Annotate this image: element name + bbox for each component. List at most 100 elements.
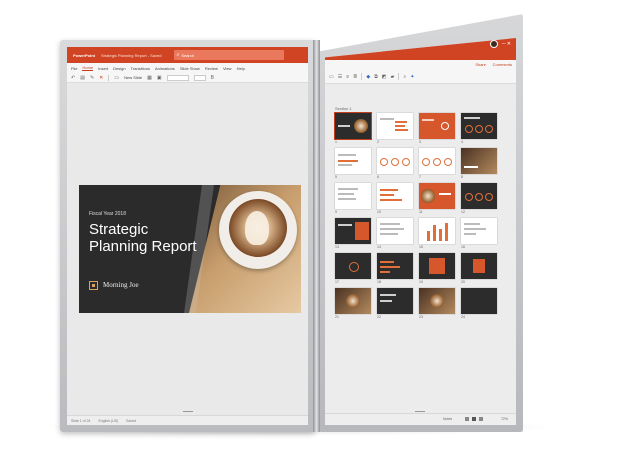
slide-thumbnail[interactable]: 7: [419, 148, 455, 179]
numbering-icon[interactable]: ≡: [346, 74, 349, 80]
bullets-icon[interactable]: ☰: [338, 74, 342, 80]
tab-insert[interactable]: Insert: [98, 66, 108, 71]
slide-number: 18: [377, 280, 381, 284]
slide-thumbnail[interactable]: 4: [461, 113, 497, 144]
slide-thumbnail[interactable]: 22: [377, 288, 413, 319]
tab-help[interactable]: Help: [237, 66, 245, 71]
reading-view-icon[interactable]: [479, 417, 483, 421]
section-label: Section 1: [335, 106, 352, 111]
search-box[interactable]: ⌕: [173, 50, 284, 60]
tab-file[interactable]: File: [71, 66, 77, 71]
slide-thumbnail[interactable]: 18: [377, 253, 413, 284]
slide-thumbnail[interactable]: 9: [335, 183, 371, 214]
slide-thumbnail[interactable]: 19: [419, 253, 455, 284]
format-painter-icon[interactable]: ✎: [90, 75, 94, 81]
current-slide[interactable]: Fiscal Year 2018 Strategic Planning Repo…: [79, 185, 301, 313]
zoom-level[interactable]: 72%: [501, 417, 508, 421]
text-box-icon[interactable]: ▭: [329, 74, 334, 80]
slide-thumbnail[interactable]: 21: [335, 288, 371, 319]
right-screen: ─ ✕ Share Comments ▭ ☰ ≡ ≣ ◆ ⧉ ◩ ▰ ⌕ ✦ S…: [325, 38, 516, 425]
slide-thumbnail[interactable]: 17: [335, 253, 371, 284]
slide-thumbnail[interactable]: 1: [335, 113, 371, 144]
slide-number: 15: [419, 245, 423, 249]
slide-number: 12: [461, 210, 465, 214]
slide-thumbnail[interactable]: 16: [461, 218, 497, 249]
comments-button[interactable]: Comments: [493, 62, 512, 67]
window-controls-icon[interactable]: ─ ✕: [502, 41, 511, 47]
brand-name: Morning Joe: [103, 281, 139, 289]
designer-icon[interactable]: ✦: [410, 74, 414, 80]
slide-kicker: Fiscal Year 2018: [89, 211, 126, 217]
new-slide-button[interactable]: New Slide: [124, 75, 142, 80]
slide-thumbnail[interactable]: 20: [461, 253, 497, 284]
document-title: Strategic Planning Report - Saved: [101, 52, 162, 58]
language-status[interactable]: English (US): [98, 419, 118, 423]
slide-counter: Slide 1 of 24: [71, 418, 91, 423]
slide-number: 21: [335, 315, 339, 319]
find-icon[interactable]: ⌕: [403, 74, 406, 80]
share-button[interactable]: Share: [475, 62, 486, 67]
delete-icon[interactable]: ✕: [99, 75, 103, 81]
slide-number: 14: [377, 245, 381, 249]
coffee-thumb-image: [354, 119, 368, 133]
slide-number: 16: [461, 245, 465, 249]
screen-handle: [415, 411, 425, 412]
slide-thumbnail[interactable]: 6: [377, 148, 413, 179]
slide-number: 17: [335, 280, 339, 284]
font-dropdown[interactable]: [166, 74, 189, 81]
tab-transitions[interactable]: Transitions: [131, 66, 150, 71]
paste-icon[interactable]: ▤: [80, 75, 85, 81]
slide-thumbnail[interactable]: 10: [377, 183, 413, 214]
slide-thumbnail[interactable]: 8: [461, 148, 497, 179]
slide-thumbnail[interactable]: 14: [377, 218, 413, 249]
slide-thumbnail[interactable]: 2: [377, 113, 413, 144]
reuse-slide-icon[interactable]: ▣: [157, 75, 162, 81]
normal-view-icon[interactable]: [465, 417, 469, 421]
ribbon-tabs: File Home Insert Design Transitions Anim…: [67, 63, 308, 73]
bold-icon[interactable]: B: [211, 75, 214, 81]
tab-home[interactable]: Home: [82, 65, 94, 71]
new-slide-icon[interactable]: ▭: [114, 75, 119, 81]
slide-number: 10: [377, 210, 381, 214]
slide-thumbnail[interactable]: 11: [419, 183, 455, 214]
tab-animations[interactable]: Animations: [155, 66, 175, 71]
toolbar-divider: [398, 73, 400, 80]
screen-handle: [183, 411, 193, 412]
slide-thumbnail[interactable]: 3: [419, 113, 455, 144]
search-input[interactable]: [181, 52, 272, 58]
tab-design[interactable]: Design: [113, 66, 125, 71]
quick-styles-icon[interactable]: ◩: [382, 74, 387, 80]
slide-thumbnail[interactable]: 5: [335, 148, 371, 179]
shapes-icon[interactable]: ◆: [366, 74, 370, 80]
slide-number: 8: [461, 175, 463, 179]
slide-thumbnail[interactable]: 13: [335, 218, 371, 249]
ribbon-toolbar: ↶ ▤ ✎ ✕ ▭ New Slide ▦ ▣ B: [67, 73, 308, 83]
align-icon[interactable]: ≣: [353, 74, 357, 80]
font-size-dropdown[interactable]: [193, 74, 206, 81]
slide-thumbnail[interactable]: 12: [461, 183, 497, 214]
slide-number: 2: [377, 140, 379, 144]
arrange-icon[interactable]: ⧉: [374, 74, 378, 80]
tab-review[interactable]: Review: [205, 66, 218, 71]
latte-art: [245, 211, 269, 245]
slide-number: 5: [335, 175, 337, 179]
tab-slide-show[interactable]: Slide Show: [180, 66, 200, 71]
slide-title-line2: Planning Report: [89, 238, 197, 255]
sorter-view-icon[interactable]: [472, 417, 476, 421]
notes-button[interactable]: Notes: [443, 417, 452, 421]
slide-thumbnail[interactable]: 24: [461, 288, 497, 319]
fill-icon[interactable]: ▰: [391, 74, 395, 80]
slide-number: 6: [377, 175, 379, 179]
toolbar-divider: [361, 73, 363, 80]
toolbar-divider: [108, 74, 110, 81]
slide-number: 7: [419, 175, 421, 179]
share-bar: Share Comments: [325, 60, 516, 70]
slide-thumbnail[interactable]: 23: [419, 288, 455, 319]
avatar[interactable]: [490, 40, 498, 48]
device-hinge: [313, 40, 320, 432]
undo-icon[interactable]: ↶: [71, 75, 75, 81]
tab-view[interactable]: View: [223, 66, 232, 71]
slide-thumbnail[interactable]: 15: [419, 218, 455, 249]
layout-icon[interactable]: ▦: [147, 75, 152, 81]
title-bar: PowerPoint Strategic Planning Report - S…: [67, 47, 308, 63]
